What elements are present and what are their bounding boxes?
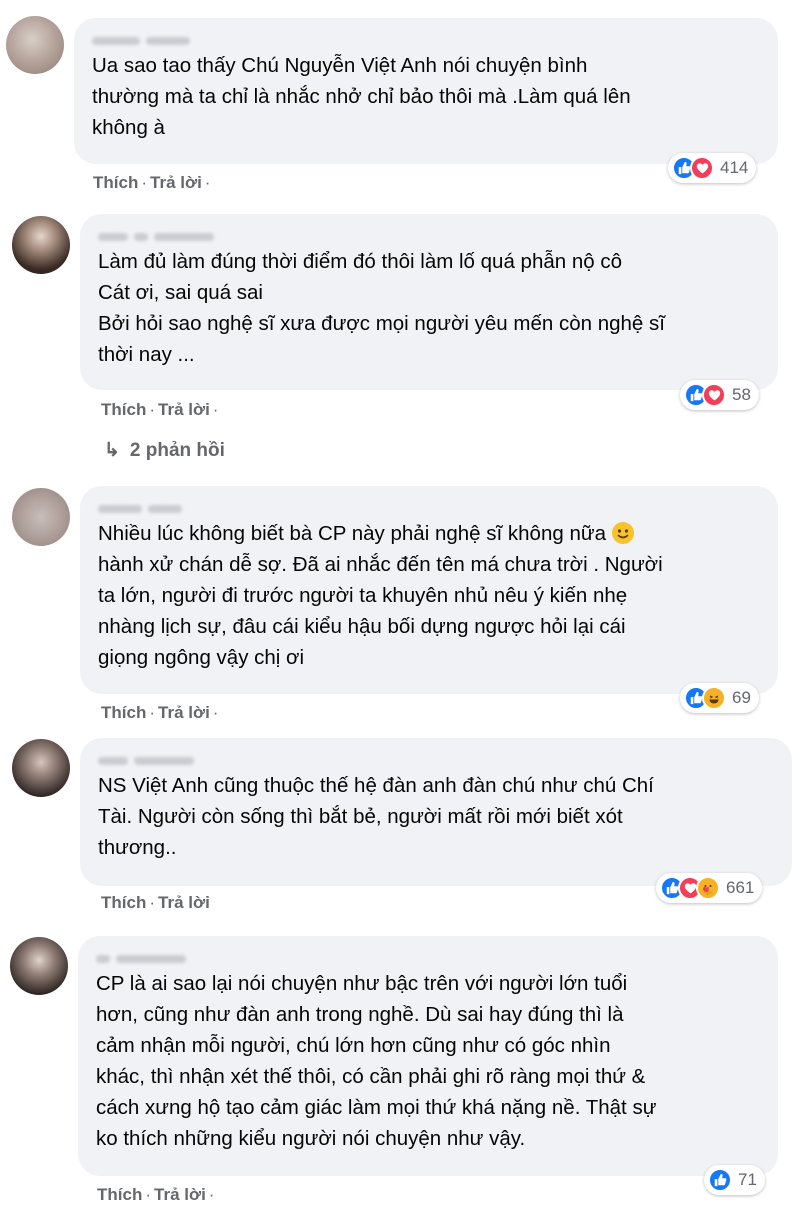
comment-bubble: Nhiều lúc không biết bà CP này phải nghệ…: [80, 486, 778, 694]
comment-bubble: Ua sao tao thấy Chú Nguyễn Việt Anh nói …: [74, 18, 778, 164]
comment-actions: Thích · Trả lời ·: [101, 703, 219, 722]
reaction-count: 58: [732, 385, 751, 404]
reaction-summary[interactable]: 71: [704, 1165, 765, 1195]
love-icon: [702, 383, 726, 407]
author-name-redacted[interactable]: [96, 950, 760, 964]
comment-text: Ua sao tao thấy Chú Nguyễn Việt Anh nói …: [92, 54, 631, 139]
avatar[interactable]: [12, 488, 70, 546]
care-icon: [696, 876, 720, 900]
reaction-summary[interactable]: 414: [668, 153, 757, 183]
reaction-count: 69: [732, 688, 751, 707]
slightly-smiling-face-icon: [611, 522, 634, 544]
like-link[interactable]: Thích: [97, 1185, 142, 1204]
avatar[interactable]: [12, 739, 70, 797]
like-link[interactable]: Thích: [93, 173, 138, 192]
reply-link[interactable]: Trả lời: [158, 893, 210, 912]
avatar[interactable]: [12, 216, 70, 274]
reaction-summary[interactable]: 69: [680, 683, 759, 713]
author-name-redacted[interactable]: [98, 500, 760, 514]
reply-link[interactable]: Trả lời: [158, 400, 210, 419]
comment-actions: Thích · Trả lời ·: [97, 1185, 215, 1204]
author-name-redacted[interactable]: [98, 752, 774, 766]
author-name-redacted[interactable]: [92, 32, 760, 46]
comment-text-body: hành xử chán dễ sợ. Đã ai nhắc đến tên m…: [98, 553, 663, 669]
haha-icon: [702, 686, 726, 710]
avatar[interactable]: [6, 16, 64, 74]
replies-count-label: 2 phản hồi: [129, 440, 225, 461]
comment-text: Nhiều lúc không biết bà CP này phải nghệ…: [98, 518, 760, 673]
like-icon: [708, 1168, 732, 1192]
reply-link[interactable]: Trả lời: [150, 173, 202, 192]
comment-actions: Thích · Trả lời ·: [93, 173, 211, 192]
like-link[interactable]: Thích: [101, 703, 146, 722]
like-link[interactable]: Thích: [101, 400, 146, 419]
comment-bubble: Làm đủ làm đúng thời điểm đó thôi làm lố…: [80, 214, 778, 390]
reaction-count: 414: [720, 158, 749, 177]
reply-arrow-icon: ↳: [104, 440, 120, 461]
author-name-redacted[interactable]: [98, 228, 760, 242]
comment-actions: Thích · Trả lời ·: [101, 400, 219, 419]
comment-text: Làm đủ làm đúng thời điểm đó thôi làm lố…: [98, 250, 665, 366]
like-link[interactable]: Thích: [101, 893, 146, 912]
avatar[interactable]: [10, 937, 68, 995]
view-replies-link[interactable]: ↳ 2 phản hồi: [104, 439, 225, 462]
reply-link[interactable]: Trả lời: [158, 703, 210, 722]
reaction-count: 661: [726, 878, 755, 897]
love-icon: [690, 156, 714, 180]
reaction-count: 71: [738, 1170, 757, 1189]
comment-actions: Thích · Trả lời: [101, 893, 210, 912]
comment-text-line-1: Nhiều lúc không biết bà CP này phải nghệ…: [98, 522, 612, 545]
comment-text: NS Việt Anh cũng thuộc thế hệ đàn anh đà…: [98, 774, 654, 859]
comment-bubble: CP là ai sao lại nói chuyện như bậc trên…: [78, 936, 778, 1176]
reply-link[interactable]: Trả lời: [154, 1185, 206, 1204]
reaction-summary[interactable]: 58: [680, 380, 759, 410]
comment-text: CP là ai sao lại nói chuyện như bậc trên…: [96, 972, 657, 1150]
reaction-summary[interactable]: 661: [656, 873, 763, 903]
comment-bubble: NS Việt Anh cũng thuộc thế hệ đàn anh đà…: [80, 738, 792, 886]
